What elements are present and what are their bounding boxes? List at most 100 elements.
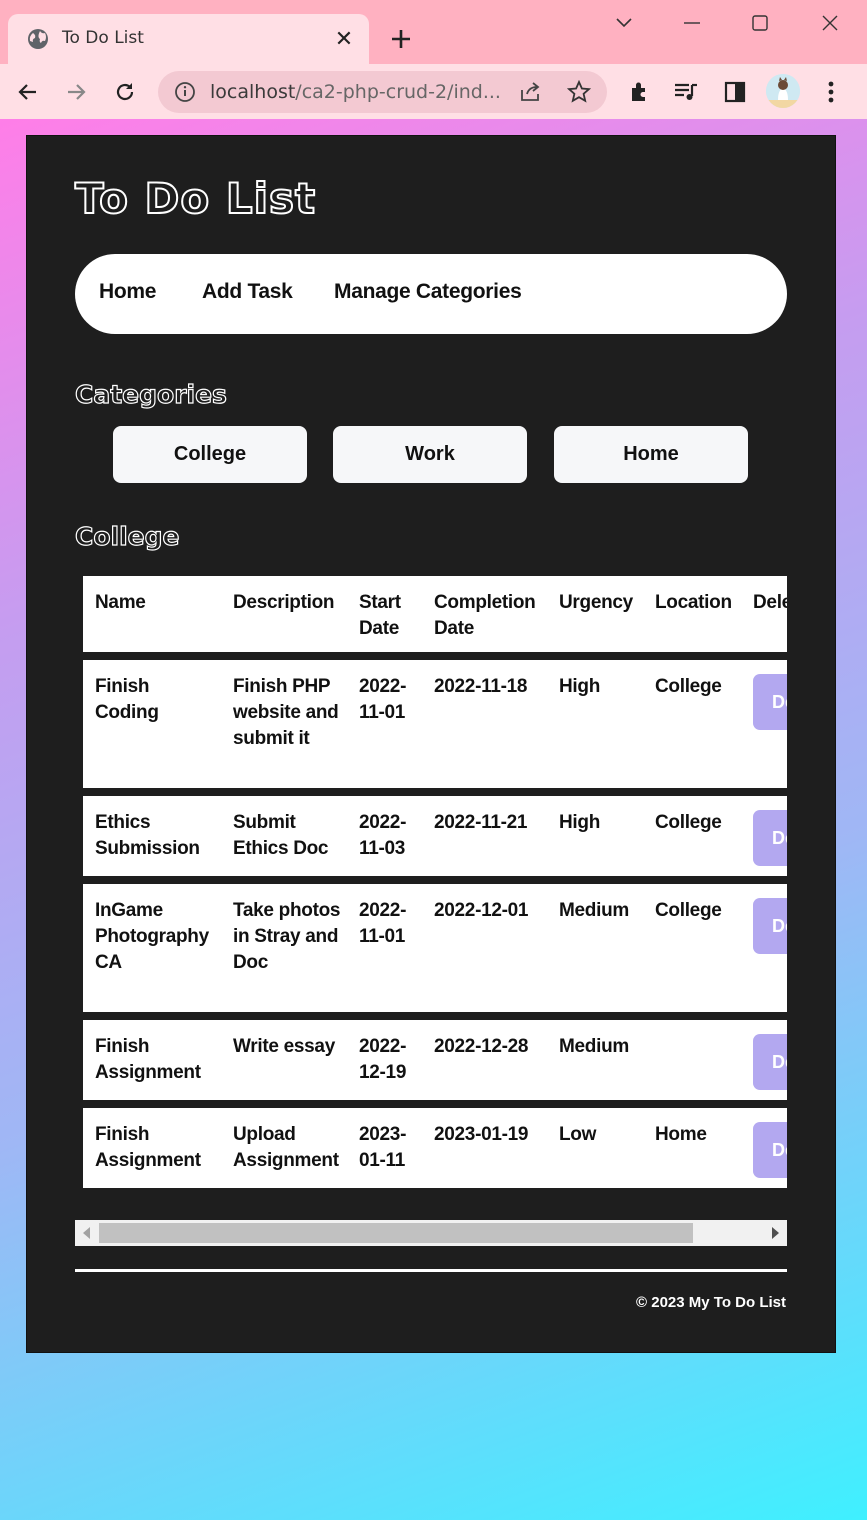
info-icon (175, 82, 195, 102)
table-header: Name Description Start Date Completion D… (83, 576, 787, 652)
task-start-date: 2022-11-03 (359, 812, 407, 859)
delete-button[interactable]: Delete (753, 674, 787, 730)
task-table: Name Description Start Date Completion D… (83, 576, 787, 1190)
delete-button[interactable]: Delete (753, 898, 787, 954)
plus-icon (392, 30, 410, 48)
arrow-left-icon (18, 84, 36, 100)
table-row: Finish Assignment Upload Assignment 2023… (83, 1108, 787, 1188)
queue-music-icon (675, 83, 697, 100)
close-window-button[interactable] (812, 8, 848, 38)
task-start-date: 2022-11-01 (359, 900, 407, 947)
task-urgency: High (559, 676, 601, 697)
task-urgency: Low (559, 1124, 597, 1145)
star-icon (567, 80, 591, 103)
task-description: Upload Assignment (233, 1124, 339, 1171)
nav-manage-categories[interactable]: Manage Categories (334, 280, 522, 304)
task-description: Take photos in Stray and Doc (233, 900, 341, 973)
browser-toolbar: localhost/ca2-php-crud-2/ind... (0, 64, 867, 119)
forward-button[interactable] (60, 76, 92, 108)
task-location: Home (655, 1124, 707, 1145)
task-name: InGame Photography CA (95, 900, 209, 973)
task-start-date: 2022-12-19 (359, 1036, 407, 1083)
minimize-button[interactable] (674, 8, 710, 38)
categories-heading: Categories (74, 379, 227, 409)
delete-button[interactable]: Delete (753, 1122, 787, 1178)
reload-icon (116, 83, 134, 101)
url-text: localhost/ca2-php-crud-2/ind... (210, 81, 501, 103)
more-vert-icon (828, 81, 834, 103)
table-row: Finish Assignment Write essay 2022-12-19… (83, 1020, 787, 1100)
maximize-button[interactable] (742, 8, 778, 38)
nav-add-task[interactable]: Add Task (202, 280, 293, 304)
page-viewport: To Do List Home Add Task Manage Categori… (0, 119, 867, 1520)
avatar-icon (766, 74, 800, 108)
main-panel: To Do List Home Add Task Manage Categori… (26, 135, 836, 1353)
menu-button[interactable] (815, 76, 847, 108)
table-row: Finish Coding Finish PHP website and sub… (83, 660, 787, 788)
task-urgency: High (559, 812, 601, 833)
table-row: Ethics Submission Submit Ethics Doc 2022… (83, 796, 787, 876)
task-location: College (655, 676, 722, 697)
column-header-name: Name (95, 592, 146, 613)
scroll-right-arrow-icon[interactable] (772, 1227, 779, 1239)
task-description: Write essay (233, 1036, 335, 1057)
table-row: InGame Photography CA Take photos in Str… (83, 884, 787, 1012)
task-description: Finish PHP website and submit it (233, 676, 339, 749)
close-icon[interactable]: ✕ (331, 26, 357, 52)
task-completion-date: 2022-12-28 (434, 1036, 529, 1057)
puzzle-icon (632, 82, 645, 101)
delete-button[interactable]: Delete (753, 810, 787, 866)
extensions-button[interactable] (624, 76, 656, 108)
task-start-date: 2022-11-01 (359, 676, 407, 723)
task-name: Finish Coding (95, 676, 159, 723)
column-header-completion-date: Completion Date (434, 592, 536, 639)
close-icon (822, 15, 838, 31)
task-location: College (655, 812, 722, 833)
task-name: Finish Assignment (95, 1124, 201, 1171)
column-header-start-date: Start Date (359, 592, 401, 639)
column-header-description: Description (233, 592, 335, 613)
browser-tab[interactable]: To Do List ✕ (8, 14, 369, 64)
task-completion-date: 2022-11-18 (434, 676, 528, 697)
minimize-icon (684, 22, 700, 24)
column-header-location: Location (655, 592, 732, 613)
task-location: College (655, 900, 722, 921)
task-name: Finish Assignment (95, 1036, 201, 1083)
reload-button[interactable] (109, 76, 141, 108)
new-tab-button[interactable] (386, 24, 416, 54)
column-header-urgency: Urgency (559, 592, 633, 613)
scrollbar-thumb[interactable] (99, 1223, 693, 1243)
scroll-left-arrow-icon[interactable] (83, 1227, 90, 1239)
task-start-date: 2023-01-11 (359, 1124, 407, 1171)
delete-button[interactable]: Delete (753, 1034, 787, 1090)
media-button[interactable] (670, 76, 702, 108)
main-nav: Home Add Task Manage Categories (75, 254, 787, 334)
task-completion-date: 2022-12-01 (434, 900, 529, 921)
task-urgency: Medium (559, 1036, 629, 1057)
site-title: To Do List (74, 173, 317, 224)
column-header-delete: Dele (753, 592, 787, 613)
nav-home[interactable]: Home (99, 280, 156, 304)
side-panel-icon (724, 81, 746, 103)
arrow-right-icon (68, 84, 86, 100)
category-work-button[interactable]: Work (333, 426, 527, 483)
task-name: Ethics Submission (95, 812, 200, 859)
tab-strip: To Do List ✕ (0, 0, 867, 64)
task-description: Submit Ethics Doc (233, 812, 329, 859)
task-urgency: Medium (559, 900, 629, 921)
profile-avatar[interactable] (766, 74, 800, 108)
chevron-down-icon (616, 18, 632, 28)
category-college-button[interactable]: College (113, 426, 307, 483)
table-horizontal-scrollbar[interactable] (75, 1220, 787, 1246)
maximize-icon (752, 15, 768, 31)
browser-chrome: To Do List ✕ localhost/ca2-php-crud-2/in… (0, 0, 867, 119)
back-button[interactable] (12, 76, 44, 108)
side-panel-button[interactable] (719, 76, 751, 108)
footer-copyright: © 2023 My To Do List (636, 1294, 786, 1311)
task-list-heading: College (74, 521, 180, 551)
task-completion-date: 2023-01-19 (434, 1124, 529, 1145)
tab-title: To Do List (62, 28, 144, 48)
category-home-button[interactable]: Home (554, 426, 748, 483)
tab-search-button[interactable] (606, 8, 642, 38)
address-bar[interactable]: localhost/ca2-php-crud-2/ind... (158, 71, 607, 113)
